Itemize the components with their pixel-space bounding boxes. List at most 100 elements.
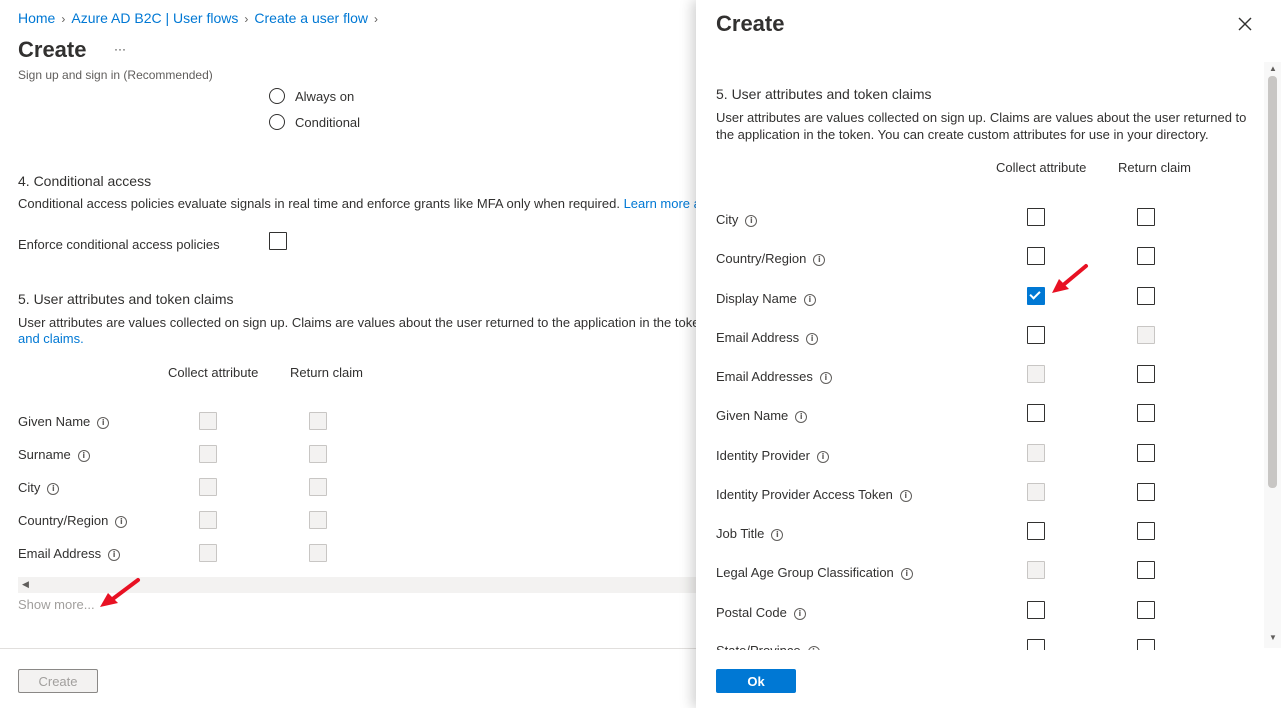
more-options-button[interactable]: ··· (114, 42, 126, 56)
panel-return-checkbox[interactable] (1137, 404, 1155, 422)
panel-collect-checkbox[interactable] (1027, 208, 1045, 226)
panel-collect-checkbox[interactable] (1027, 483, 1045, 501)
info-icon[interactable]: i (745, 214, 758, 227)
panel-attribute-label-text: Given Name (716, 408, 789, 423)
panel-collect-checkbox[interactable] (1027, 326, 1045, 344)
collect-attribute-checkbox[interactable] (199, 511, 217, 529)
panel-collect-checkbox[interactable] (1027, 561, 1045, 579)
create-button[interactable]: Create (18, 669, 98, 693)
panel-return-checkbox[interactable] (1137, 561, 1155, 579)
conditional-label: Conditional (295, 115, 361, 130)
breadcrumb-create-flow[interactable]: Create a user flow (254, 10, 368, 26)
info-icon[interactable]: i (819, 371, 832, 384)
panel-attribute-label-text: Email Addresses (716, 369, 813, 384)
conditional-access-text: Conditional access policies evaluate sig… (18, 196, 620, 211)
info-icon[interactable]: i (108, 548, 121, 561)
attribute-label: Email Address i (18, 546, 121, 561)
panel-return-checkbox[interactable] (1137, 208, 1155, 226)
return-claim-checkbox[interactable] (309, 544, 327, 562)
attribute-label: Country/Region i (18, 513, 128, 528)
info-icon[interactable]: i (807, 645, 820, 650)
attribute-label-text: Surname (18, 447, 71, 462)
info-icon[interactable]: i (900, 567, 913, 580)
collect-attribute-checkbox[interactable] (199, 412, 217, 430)
panel-collect-checkbox[interactable] (1027, 404, 1045, 422)
attribute-label: City i (18, 480, 60, 495)
panel-return-checkbox[interactable] (1137, 365, 1155, 383)
panel-attribute-label-text: Legal Age Group Classification (716, 565, 894, 580)
panel-attribute-label-text: Country/Region (716, 251, 807, 266)
panel-attribute-label-text: Job Title (716, 526, 765, 541)
panel-attribute-label: Legal Age Group Classification i (716, 565, 913, 580)
info-icon[interactable]: i (115, 515, 128, 528)
panel-attribute-label-text: State/Province (716, 643, 801, 650)
chevron-right-icon: › (61, 12, 66, 26)
panel-attribute-label: Email Address i (716, 330, 819, 345)
panel-attribute-label: State/Province i (716, 643, 820, 650)
scroll-down-icon[interactable]: ▼ (1269, 633, 1277, 642)
info-icon[interactable]: i (793, 607, 806, 620)
info-icon[interactable]: i (813, 253, 826, 266)
attributes-learn-more-link[interactable]: and claims. (18, 331, 84, 346)
info-icon[interactable]: i (806, 332, 819, 345)
attribute-label-text: Given Name (18, 414, 91, 429)
info-icon[interactable]: i (771, 528, 784, 541)
always-on-radio[interactable] (269, 88, 285, 104)
info-icon[interactable]: i (97, 416, 110, 429)
return-claim-checkbox[interactable] (309, 478, 327, 496)
panel-return-checkbox[interactable] (1137, 287, 1155, 305)
panel-attribute-label-text: Identity Provider Access Token (716, 487, 893, 502)
enforce-conditional-access-checkbox[interactable] (269, 232, 287, 250)
panel-collect-checkbox[interactable] (1027, 247, 1045, 265)
attribute-label-text: City (18, 480, 41, 495)
info-icon[interactable]: i (803, 293, 816, 306)
panel-attribute-label: Identity Provider i (716, 448, 829, 463)
panel-return-checkbox[interactable] (1137, 247, 1155, 265)
panel-attribute-label: Country/Region i (716, 251, 826, 266)
breadcrumb-home[interactable]: Home (18, 10, 55, 26)
info-icon[interactable]: i (47, 482, 60, 495)
panel-return-checkbox[interactable] (1137, 444, 1155, 462)
ok-button[interactable]: Ok (716, 669, 796, 693)
show-more-link[interactable]: Show more... (18, 597, 95, 612)
enforce-conditional-access-label: Enforce conditional access policies (18, 237, 220, 252)
conditional-access-description: Conditional access policies evaluate sig… (18, 196, 696, 211)
learn-more-link[interactable]: Learn more ab (624, 196, 696, 211)
panel-collect-checkbox[interactable] (1027, 601, 1045, 619)
vertical-scrollbar[interactable]: ▲ ▼ (1264, 62, 1281, 648)
panel-return-checkbox[interactable] (1137, 483, 1155, 501)
breadcrumb-b2c[interactable]: Azure AD B2C | User flows (71, 10, 238, 26)
scroll-left-icon[interactable]: ◀ (22, 579, 29, 590)
panel-attribute-label: City i (716, 212, 758, 227)
return-claim-checkbox[interactable] (309, 445, 327, 463)
panel-collect-checkbox[interactable] (1027, 444, 1045, 462)
conditional-access-heading: 4. Conditional access (18, 173, 152, 189)
panel-collect-checkbox[interactable] (1027, 522, 1045, 540)
scrollbar-thumb[interactable] (1268, 76, 1277, 488)
panel-return-checkbox[interactable] (1137, 522, 1155, 540)
attribute-label: Surname i (18, 447, 90, 462)
panel-return-checkbox[interactable] (1137, 639, 1155, 650)
panel-collect-checkbox[interactable] (1027, 639, 1045, 650)
panel-attribute-label: Identity Provider Access Token i (716, 487, 912, 502)
info-icon[interactable]: i (816, 450, 829, 463)
conditional-radio[interactable] (269, 114, 285, 130)
collect-attribute-checkbox[interactable] (199, 544, 217, 562)
scroll-up-icon[interactable]: ▲ (1269, 64, 1277, 73)
panel-return-checkbox[interactable] (1137, 601, 1155, 619)
collect-attribute-header: Collect attribute (168, 365, 259, 380)
info-icon[interactable]: i (77, 449, 90, 462)
panel-return-checkbox[interactable] (1137, 326, 1155, 344)
info-icon[interactable]: i (795, 410, 808, 423)
panel-attribute-label-text: Display Name (716, 291, 797, 306)
info-icon[interactable]: i (899, 489, 912, 502)
panel-collect-checkbox[interactable] (1027, 365, 1045, 383)
always-on-label: Always on (295, 89, 355, 104)
return-claim-checkbox[interactable] (309, 511, 327, 529)
panel-collect-checkbox[interactable] (1027, 287, 1045, 305)
return-claim-checkbox[interactable] (309, 412, 327, 430)
page-subtitle: Sign up and sign in (Recommended) (18, 68, 213, 82)
collect-attribute-checkbox[interactable] (199, 445, 217, 463)
collect-attribute-checkbox[interactable] (199, 478, 217, 496)
panel-attribute-label-text: Identity Provider (716, 448, 810, 463)
